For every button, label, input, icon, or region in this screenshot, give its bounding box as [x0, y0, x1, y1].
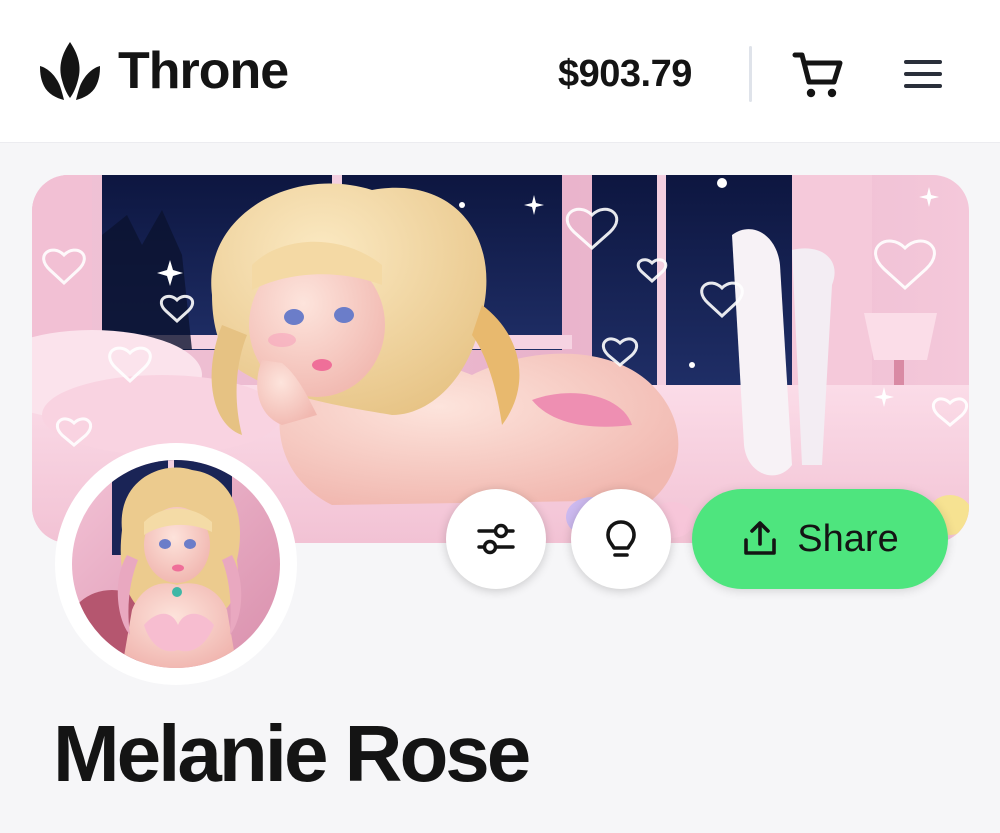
profile-avatar[interactable]	[55, 443, 297, 685]
menu-button[interactable]	[902, 56, 944, 92]
header-divider	[749, 46, 752, 102]
filters-button[interactable]	[446, 489, 546, 589]
lightbulb-button[interactable]	[571, 489, 671, 589]
avatar-image	[72, 460, 280, 668]
hamburger-menu-icon	[904, 60, 942, 88]
crown-icon	[40, 42, 100, 100]
share-button-label: Share	[797, 517, 899, 560]
sliders-icon	[477, 523, 515, 555]
profile-display-name: Melanie Rose	[53, 709, 531, 798]
share-upload-icon	[744, 521, 777, 555]
share-button[interactable]: Share	[692, 489, 948, 589]
brand-name: Throne	[118, 42, 289, 100]
brand-logo[interactable]: Throne	[36, 40, 289, 102]
lightbulb-icon	[606, 520, 636, 557]
cart-icon	[792, 52, 843, 98]
cart-button[interactable]	[792, 50, 844, 100]
top-navigation-bar: Throne $903.79	[0, 0, 1000, 143]
wallet-balance[interactable]: $903.79	[558, 52, 692, 96]
